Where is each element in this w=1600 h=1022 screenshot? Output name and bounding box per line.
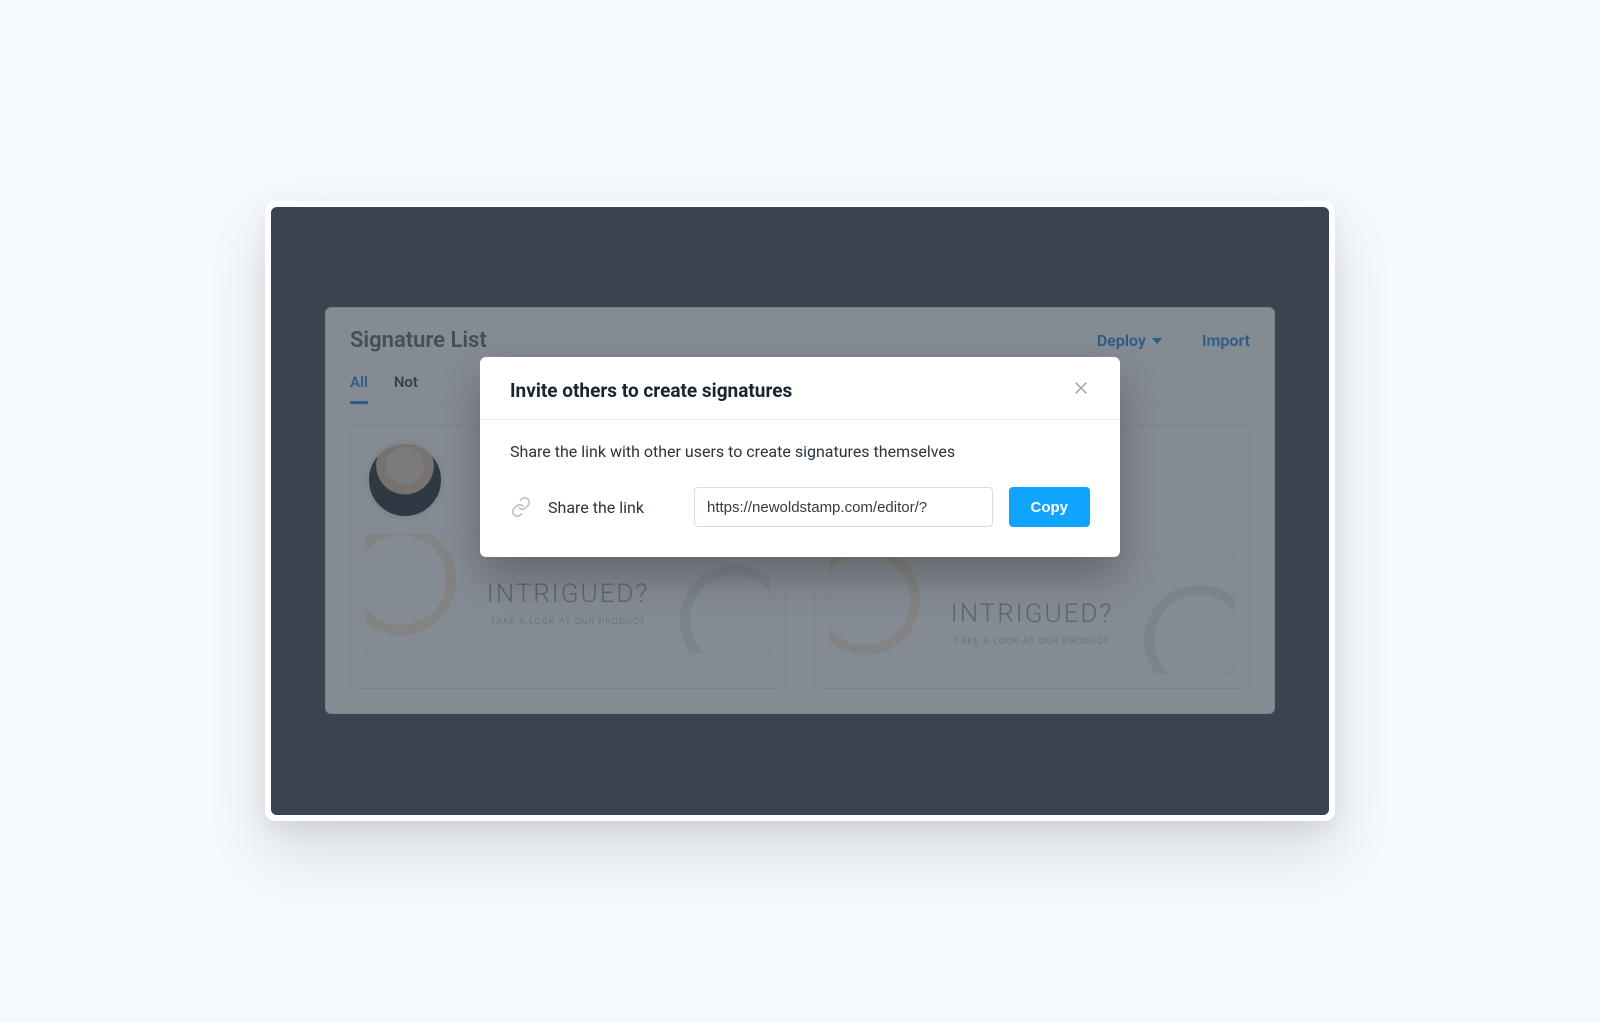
modal-title: Invite others to create signatures [510, 379, 792, 402]
modal-description: Share the link with other users to creat… [510, 442, 1090, 461]
app-surface: Signature List Deploy Import All Not [271, 207, 1329, 815]
share-row: Share the link Copy [510, 487, 1090, 527]
share-label: Share the link [548, 498, 678, 517]
invite-modal: Invite others to create signatures Share… [480, 357, 1120, 557]
share-link-input[interactable] [694, 487, 993, 527]
link-icon [510, 496, 532, 518]
copy-button[interactable]: Copy [1009, 487, 1091, 527]
screenshot-window: Signature List Deploy Import All Not [265, 201, 1335, 821]
modal-body: Share the link with other users to creat… [480, 420, 1120, 527]
close-icon [1072, 379, 1090, 397]
close-button[interactable] [1068, 375, 1094, 405]
modal-header: Invite others to create signatures [480, 357, 1120, 420]
